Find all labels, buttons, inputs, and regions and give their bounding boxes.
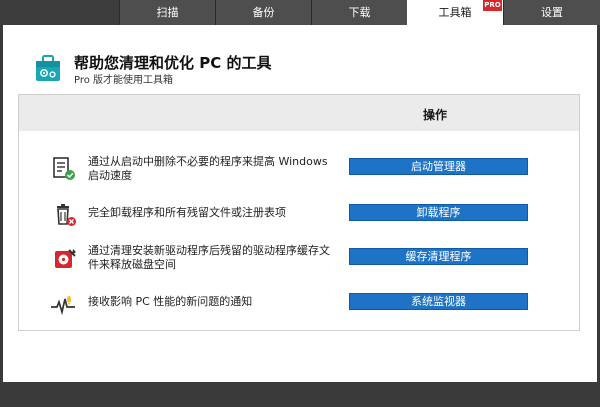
page-title: 帮助您清理和优化 PC 的工具 [74,54,272,72]
startup-manager-description: 通过从启动中删除不必要的程序来提高 Windows 启动速度 [88,155,328,182]
tab-backup[interactable]: 备份 [215,0,311,25]
cache-cleaner-icon [55,249,76,268]
toolbox-icon [36,55,60,81]
startup-manager-icon [53,157,75,180]
tab-download[interactable]: 下载 [311,0,407,25]
system-monitor-icon [51,296,75,316]
startup-manager-button[interactable]: 启动管理器 [349,158,528,175]
actions-column-header: 操作 [423,108,448,122]
pro-badge: PRO [483,0,502,11]
uninstaller-icon [57,204,76,226]
system-monitor-button[interactable]: 系统监视器 [349,293,528,310]
page-subtitle: Pro 版才能使用工具箱 [74,75,174,86]
table-header: 操作 [19,95,579,131]
system-monitor-description: 接收影响 PC 性能的新问题的通知 [88,295,253,308]
uninstaller-description: 完全卸载程序和所有残留文件或注册表项 [88,206,286,219]
top-tab-bar: 扫描 备份 下载 工具箱 设置 PRO [0,0,600,25]
tab-settings[interactable]: 设置 [503,0,600,25]
uninstaller-button[interactable]: 卸载程序 [349,204,528,221]
tab-scan[interactable]: 扫描 [119,0,215,25]
bottom-bar [0,382,600,407]
cache-cleaner-description: 通过清理安装新驱动程序后残留的驱动程序缓存文件来释放磁盘空间 [88,244,330,271]
cache-cleaner-button[interactable]: 缓存清理程序 [349,248,528,265]
